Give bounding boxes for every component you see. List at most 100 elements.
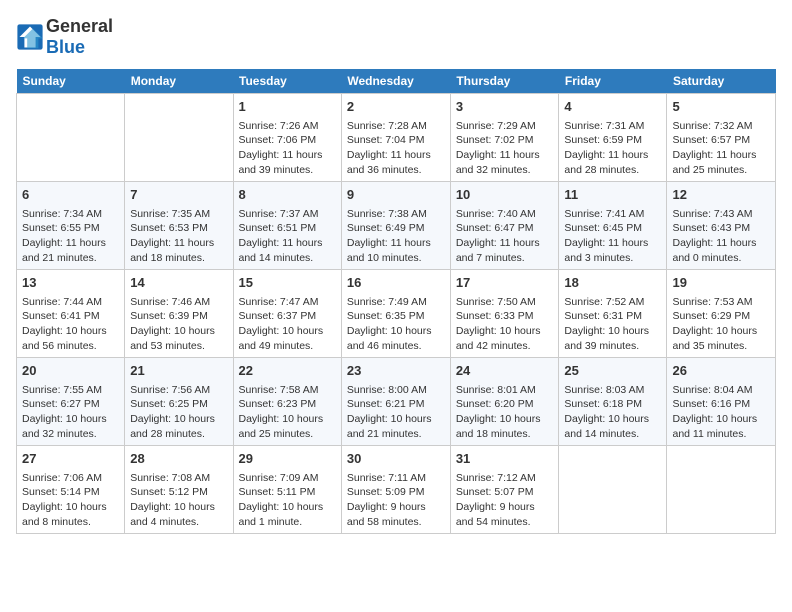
page-header: General Blue <box>16 16 776 57</box>
weekday-header-friday: Friday <box>559 69 667 94</box>
calendar-cell: 6 Sunrise: 7:34 AMSunset: 6:55 PMDaylight… <box>17 182 125 270</box>
calendar-cell <box>125 94 233 182</box>
cell-info: Sunrise: 7:06 AMSunset: 5:14 PMDaylight:… <box>22 471 119 530</box>
date-number: 23 <box>347 362 445 380</box>
cell-info: Sunrise: 7:08 AMSunset: 5:12 PMDaylight:… <box>130 471 227 530</box>
date-number: 16 <box>347 274 445 292</box>
date-number: 9 <box>347 186 445 204</box>
calendar-cell: 1 Sunrise: 7:26 AMSunset: 7:06 PMDaylight… <box>233 94 341 182</box>
cell-info: Sunrise: 7:26 AMSunset: 7:06 PMDaylight:… <box>239 119 336 178</box>
cell-info: Sunrise: 7:09 AMSunset: 5:11 PMDaylight:… <box>239 471 336 530</box>
date-number: 4 <box>564 98 661 116</box>
cell-info: Sunrise: 7:58 AMSunset: 6:23 PMDaylight:… <box>239 383 336 442</box>
calendar-cell <box>667 446 776 534</box>
weekday-header-row: SundayMondayTuesdayWednesdayThursdayFrid… <box>17 69 776 94</box>
date-number: 19 <box>672 274 770 292</box>
calendar-cell: 13 Sunrise: 7:44 AMSunset: 6:41 PMDayligh… <box>17 270 125 358</box>
date-number: 8 <box>239 186 336 204</box>
cell-info: Sunrise: 7:43 AMSunset: 6:43 PMDaylight:… <box>672 207 770 266</box>
date-number: 26 <box>672 362 770 380</box>
cell-info: Sunrise: 7:38 AMSunset: 6:49 PMDaylight:… <box>347 207 445 266</box>
date-number: 25 <box>564 362 661 380</box>
date-number: 14 <box>130 274 227 292</box>
weekday-header-wednesday: Wednesday <box>341 69 450 94</box>
date-number: 5 <box>672 98 770 116</box>
date-number: 22 <box>239 362 336 380</box>
date-number: 13 <box>22 274 119 292</box>
cell-info: Sunrise: 7:46 AMSunset: 6:39 PMDaylight:… <box>130 295 227 354</box>
week-row-1: 1 Sunrise: 7:26 AMSunset: 7:06 PMDaylight… <box>17 94 776 182</box>
cell-info: Sunrise: 7:32 AMSunset: 6:57 PMDaylight:… <box>672 119 770 178</box>
date-number: 21 <box>130 362 227 380</box>
cell-info: Sunrise: 7:44 AMSunset: 6:41 PMDaylight:… <box>22 295 119 354</box>
calendar-cell: 16 Sunrise: 7:49 AMSunset: 6:35 PMDayligh… <box>341 270 450 358</box>
cell-info: Sunrise: 7:56 AMSunset: 6:25 PMDaylight:… <box>130 383 227 442</box>
calendar-cell: 7 Sunrise: 7:35 AMSunset: 6:53 PMDaylight… <box>125 182 233 270</box>
date-number: 24 <box>456 362 554 380</box>
calendar-cell: 3 Sunrise: 7:29 AMSunset: 7:02 PMDaylight… <box>450 94 559 182</box>
weekday-header-tuesday: Tuesday <box>233 69 341 94</box>
calendar-cell: 23 Sunrise: 8:00 AMSunset: 6:21 PMDayligh… <box>341 358 450 446</box>
logo-text-general: General <box>46 16 113 37</box>
cell-info: Sunrise: 8:04 AMSunset: 6:16 PMDaylight:… <box>672 383 770 442</box>
calendar-cell: 12Sunrise: 7:43 AMSunset: 6:43 PMDayligh… <box>667 182 776 270</box>
cell-info: Sunrise: 8:03 AMSunset: 6:18 PMDaylight:… <box>564 383 661 442</box>
date-number: 10 <box>456 186 554 204</box>
cell-info: Sunrise: 7:37 AMSunset: 6:51 PMDaylight:… <box>239 207 336 266</box>
cell-info: Sunrise: 7:41 AMSunset: 6:45 PMDaylight:… <box>564 207 661 266</box>
logo-icon <box>16 23 44 51</box>
calendar-cell: 24 Sunrise: 8:01 AMSunset: 6:20 PMDayligh… <box>450 358 559 446</box>
calendar-cell: 20Sunrise: 7:55 AMSunset: 6:27 PMDayligh… <box>17 358 125 446</box>
week-row-3: 13 Sunrise: 7:44 AMSunset: 6:41 PMDayligh… <box>17 270 776 358</box>
calendar-cell: 15Sunrise: 7:47 AMSunset: 6:37 PMDayligh… <box>233 270 341 358</box>
cell-info: Sunrise: 7:35 AMSunset: 6:53 PMDaylight:… <box>130 207 227 266</box>
date-number: 3 <box>456 98 554 116</box>
date-number: 27 <box>22 450 119 468</box>
cell-info: Sunrise: 7:52 AMSunset: 6:31 PMDaylight:… <box>564 295 661 354</box>
cell-info: Sunrise: 7:31 AMSunset: 6:59 PMDaylight:… <box>564 119 661 178</box>
calendar-cell: 2Sunrise: 7:28 AMSunset: 7:04 PMDaylight… <box>341 94 450 182</box>
calendar-cell: 31Sunrise: 7:12 AMSunset: 5:07 PMDayligh… <box>450 446 559 534</box>
calendar-cell: 28 Sunrise: 7:08 AMSunset: 5:12 PMDayligh… <box>125 446 233 534</box>
calendar-cell: 25 Sunrise: 8:03 AMSunset: 6:18 PMDayligh… <box>559 358 667 446</box>
weekday-header-monday: Monday <box>125 69 233 94</box>
week-row-5: 27 Sunrise: 7:06 AMSunset: 5:14 PMDayligh… <box>17 446 776 534</box>
cell-info: Sunrise: 7:11 AMSunset: 5:09 PMDaylight:… <box>347 471 445 530</box>
week-row-4: 20Sunrise: 7:55 AMSunset: 6:27 PMDayligh… <box>17 358 776 446</box>
calendar-cell: 11 Sunrise: 7:41 AMSunset: 6:45 PMDayligh… <box>559 182 667 270</box>
cell-info: Sunrise: 7:40 AMSunset: 6:47 PMDaylight:… <box>456 207 554 266</box>
cell-info: Sunrise: 7:50 AMSunset: 6:33 PMDaylight:… <box>456 295 554 354</box>
cell-info: Sunrise: 7:12 AMSunset: 5:07 PMDaylight:… <box>456 471 554 530</box>
calendar-cell: 14 Sunrise: 7:46 AMSunset: 6:39 PMDayligh… <box>125 270 233 358</box>
date-number: 30 <box>347 450 445 468</box>
calendar-cell: 19 Sunrise: 7:53 AMSunset: 6:29 PMDayligh… <box>667 270 776 358</box>
date-number: 2 <box>347 98 445 116</box>
cell-info: Sunrise: 7:34 AMSunset: 6:55 PMDaylight:… <box>22 207 119 266</box>
calendar-cell: 27 Sunrise: 7:06 AMSunset: 5:14 PMDayligh… <box>17 446 125 534</box>
week-row-2: 6 Sunrise: 7:34 AMSunset: 6:55 PMDaylight… <box>17 182 776 270</box>
calendar-cell: 30 Sunrise: 7:11 AMSunset: 5:09 PMDayligh… <box>341 446 450 534</box>
cell-info: Sunrise: 7:29 AMSunset: 7:02 PMDaylight:… <box>456 119 554 178</box>
date-number: 6 <box>22 186 119 204</box>
date-number: 28 <box>130 450 227 468</box>
logo: General Blue <box>16 16 113 57</box>
cell-info: Sunrise: 8:01 AMSunset: 6:20 PMDaylight:… <box>456 383 554 442</box>
logo-text-blue: Blue <box>46 37 113 58</box>
calendar-cell: 18 Sunrise: 7:52 AMSunset: 6:31 PMDayligh… <box>559 270 667 358</box>
date-number: 18 <box>564 274 661 292</box>
cell-info: Sunrise: 7:49 AMSunset: 6:35 PMDaylight:… <box>347 295 445 354</box>
date-number: 1 <box>239 98 336 116</box>
calendar-table: SundayMondayTuesdayWednesdayThursdayFrid… <box>16 69 776 534</box>
calendar-cell: 5 Sunrise: 7:32 AMSunset: 6:57 PMDaylight… <box>667 94 776 182</box>
calendar-cell: 9 Sunrise: 7:38 AMSunset: 6:49 PMDaylight… <box>341 182 450 270</box>
calendar-cell: 8 Sunrise: 7:37 AMSunset: 6:51 PMDaylight… <box>233 182 341 270</box>
date-number: 11 <box>564 186 661 204</box>
cell-info: Sunrise: 7:53 AMSunset: 6:29 PMDaylight:… <box>672 295 770 354</box>
calendar-cell: 22 Sunrise: 7:58 AMSunset: 6:23 PMDayligh… <box>233 358 341 446</box>
date-number: 7 <box>130 186 227 204</box>
cell-info: Sunrise: 8:00 AMSunset: 6:21 PMDaylight:… <box>347 383 445 442</box>
weekday-header-thursday: Thursday <box>450 69 559 94</box>
calendar-cell: 21 Sunrise: 7:56 AMSunset: 6:25 PMDayligh… <box>125 358 233 446</box>
calendar-cell: 4 Sunrise: 7:31 AMSunset: 6:59 PMDaylight… <box>559 94 667 182</box>
cell-info: Sunrise: 7:55 AMSunset: 6:27 PMDaylight:… <box>22 383 119 442</box>
